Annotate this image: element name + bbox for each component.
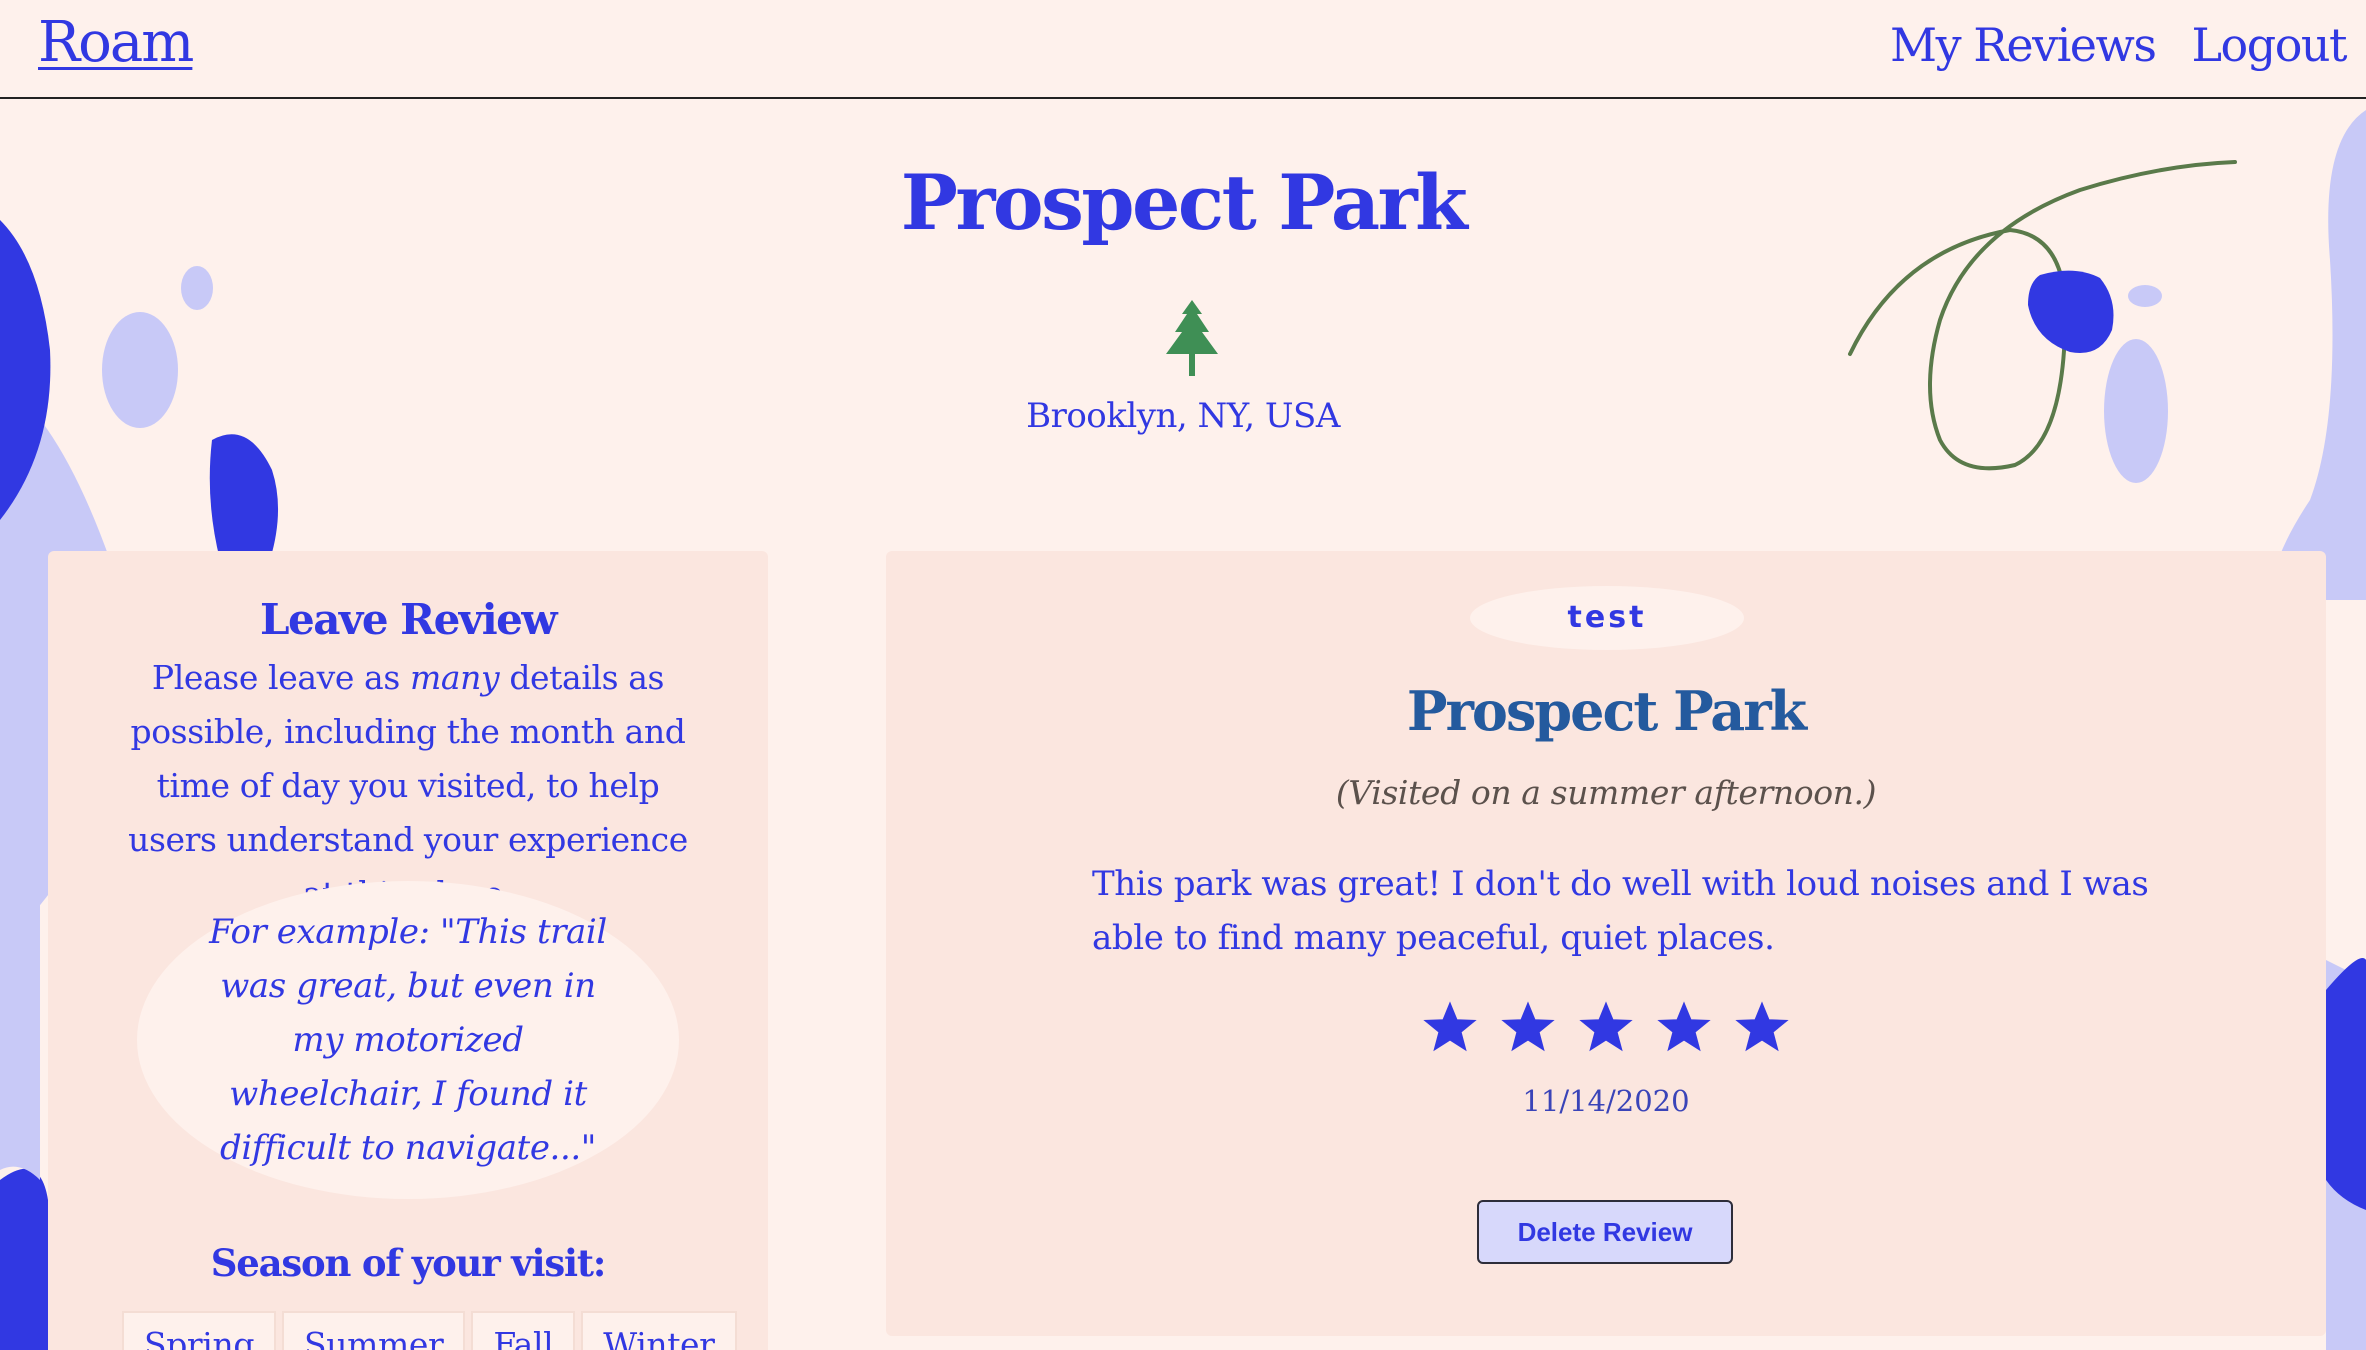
left-oval-light-2	[181, 266, 213, 310]
season-option-winter[interactable]: Winter	[581, 1311, 737, 1350]
left-lower-light	[0, 760, 40, 1180]
review-place-title: Prospect Park	[1406, 679, 1807, 743]
season-options: Spring Summer Fall Winter	[122, 1311, 737, 1350]
page-title: Prospect Park	[900, 158, 1468, 247]
star-icon	[1423, 1001, 1477, 1052]
place-location: Brooklyn, NY, USA	[1026, 396, 1340, 436]
season-option-fall[interactable]: Fall	[471, 1311, 576, 1350]
season-option-summer[interactable]: Summer	[282, 1311, 466, 1350]
instructions-text-1: Please leave as	[151, 658, 410, 697]
leave-review-panel: Leave Review Please leave as many detail…	[48, 551, 768, 1350]
my-reviews-link[interactable]: My Reviews	[1890, 18, 2157, 72]
tree-icon	[1166, 300, 1218, 376]
right-blue-blob	[2028, 270, 2114, 354]
star-icon	[1735, 1001, 1789, 1052]
season-option-spring[interactable]: Spring	[122, 1311, 277, 1350]
delete-review-button[interactable]: Delete Review	[1477, 1200, 1733, 1264]
leave-review-heading: Leave Review	[259, 595, 558, 644]
instructions-emphasis: many	[409, 658, 500, 697]
star-rating	[886, 1001, 2326, 1055]
review-date: 11/14/2020	[1522, 1084, 1690, 1118]
star-icon	[1579, 1001, 1633, 1052]
logo-link[interactable]: Roam	[38, 10, 194, 75]
visited-note: (Visited on a summer afternoon.)	[1335, 773, 1877, 812]
star-icon	[1657, 1001, 1711, 1052]
example-text: For example: "This trail was great, but …	[209, 912, 607, 1168]
review-card: test Prospect Park (Visited on a summer …	[886, 551, 2326, 1336]
right-lower-blue	[2326, 958, 2366, 1210]
nav-links: My Reviews Logout	[1890, 18, 2348, 72]
example-bubble: For example: "This trail was great, but …	[137, 881, 679, 1199]
top-nav: Roam My Reviews Logout	[0, 0, 2366, 99]
right-oval-light-2	[2128, 285, 2162, 307]
review-username-badge: test	[1470, 586, 1744, 650]
star-icon	[1501, 1001, 1555, 1052]
left-oval-blue	[209, 434, 279, 560]
logout-link[interactable]: Logout	[2192, 18, 2348, 72]
left-bottom-blob	[0, 1168, 48, 1350]
season-heading: Season of your visit:	[210, 1241, 607, 1285]
review-body: This park was great! I don't do well wit…	[1092, 864, 2149, 958]
